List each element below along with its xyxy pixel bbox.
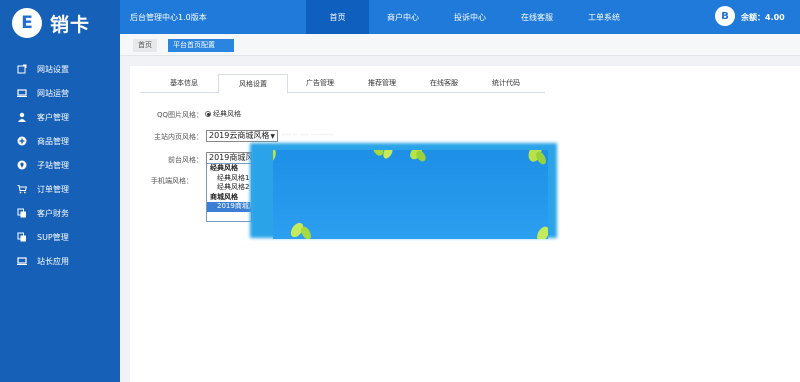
app-title: 后台管理中心1.0版本 (130, 13, 207, 22)
sidebar-item-products[interactable]: 商品管理 (0, 129, 120, 153)
breadcrumb: 首页 平台首页配置 (120, 34, 800, 56)
user-icon (17, 112, 27, 122)
copy-icon (17, 208, 27, 218)
sidebar-menu: 网站设置 网站运营 客户管理 商品管理 子站管理 订单管理 客户财务 SUP管理… (0, 57, 120, 273)
sidebar-item-site-ops[interactable]: 网站运营 (0, 81, 120, 105)
balance-display: 余额：4.00 (741, 13, 785, 22)
breadcrumb-home[interactable]: 首页 (133, 39, 157, 52)
monitor-icon (17, 88, 27, 98)
sidebar-item-customers[interactable]: 客户管理 (0, 105, 120, 129)
blurred-link-text: ···· ·· ···· ·········· (282, 131, 334, 139)
logo-badge-icon: E (12, 8, 42, 38)
main-style-value: 2019云商城风格 (209, 131, 270, 140)
sidebar-item-customer-finance[interactable]: 客户财务 (0, 201, 120, 225)
tab-style-settings[interactable]: 风格设置 (218, 74, 288, 94)
top-nav-bar: 后台管理中心1.0版本 首页 商户中心 投诉中心 在线客服 工单系统 B 余额：… (120, 0, 800, 34)
sidebar-item-webmaster-apps[interactable]: 站长应用 (0, 249, 120, 273)
sidebar-item-label: 子站管理 (37, 160, 69, 170)
dropdown-option-selected[interactable]: 2019商城风格 (207, 202, 251, 212)
sidebar-item-label: 站长应用 (37, 256, 69, 266)
cart-icon (17, 184, 27, 194)
tab-online-service[interactable]: 在线客服 (414, 74, 474, 93)
dropdown-group: 商城风格 (210, 192, 238, 201)
breadcrumb-current[interactable]: 平台首页配置 (168, 39, 234, 52)
sidebar-item-label: 客户财务 (37, 208, 69, 218)
main-style-select[interactable]: 2019云商城风格 ▼ (206, 130, 278, 142)
radio-checked-icon (205, 111, 211, 117)
qq-style-label: QQ图片风格： (156, 111, 203, 119)
logo[interactable]: E 销卡 (0, 0, 120, 46)
style-preview-image (273, 150, 548, 239)
front-style-value: 2019商城风格 (209, 153, 251, 162)
sidebar-item-site-settings[interactable]: 网站设置 (0, 57, 120, 81)
sidebar-item-label: 商品管理 (37, 136, 69, 146)
sidebar: E 销卡 网站设置 网站运营 客户管理 商品管理 子站管理 订单管理 客户财务 … (0, 0, 120, 382)
nav-tab-home[interactable]: 首页 (306, 0, 369, 34)
monitor-icon (17, 256, 27, 266)
mobile-style-label: 手机端风格： (151, 177, 193, 185)
sidebar-item-label: 客户管理 (37, 112, 69, 122)
front-style-label: 前台风格： (168, 156, 203, 164)
nav-tab-complaint-center[interactable]: 投诉中心 (437, 0, 503, 34)
copy-icon (17, 232, 27, 242)
dropdown-group: 经典风格 (210, 164, 238, 172)
qq-style-radio[interactable]: 经典风格 (205, 109, 241, 119)
tab-stats-code[interactable]: 统计代码 (476, 74, 536, 93)
dropdown-option[interactable]: 经典风格2 (207, 183, 251, 193)
nav-tab-merchant-center[interactable]: 商户中心 (370, 0, 436, 34)
sidebar-item-sup[interactable]: SUP管理 (0, 225, 120, 249)
edit-box-icon (17, 64, 27, 74)
tab-recommend[interactable]: 推荐管理 (352, 74, 412, 93)
avatar[interactable]: B (715, 6, 735, 26)
logo-text: 销卡 (50, 13, 91, 36)
plus-circle-icon (17, 136, 27, 146)
style-dropdown-list[interactable]: 经典风格 经典风格1 经典风格2 商城风格 2019商城风格 (206, 163, 252, 222)
qq-style-value: 经典风格 (213, 110, 241, 118)
sidebar-item-label: SUP管理 (37, 232, 69, 242)
chevron-down-icon: ▼ (270, 133, 275, 140)
nav-tab-ticket-system[interactable]: 工单系统 (571, 0, 637, 34)
sidebar-item-label: 网站设置 (37, 64, 69, 74)
main-style-label: 主站内页风格： (154, 133, 203, 141)
sidebar-item-label: 网站运营 (37, 88, 69, 98)
tab-basic-info[interactable]: 基本信息 (154, 74, 214, 93)
sidebar-item-label: 订单管理 (37, 184, 69, 194)
leaf-decoration-icon (273, 150, 548, 239)
pin-icon (17, 160, 27, 170)
dropdown-option[interactable]: 经典风格1 (207, 174, 251, 184)
sidebar-item-substations[interactable]: 子站管理 (0, 153, 120, 177)
settings-tabs: 基本信息 风格设置 广告管理 推荐管理 在线客服 统计代码 (140, 74, 545, 94)
tab-ads[interactable]: 广告管理 (290, 74, 350, 93)
nav-tab-online-service[interactable]: 在线客服 (504, 0, 570, 34)
sidebar-item-orders[interactable]: 订单管理 (0, 177, 120, 201)
